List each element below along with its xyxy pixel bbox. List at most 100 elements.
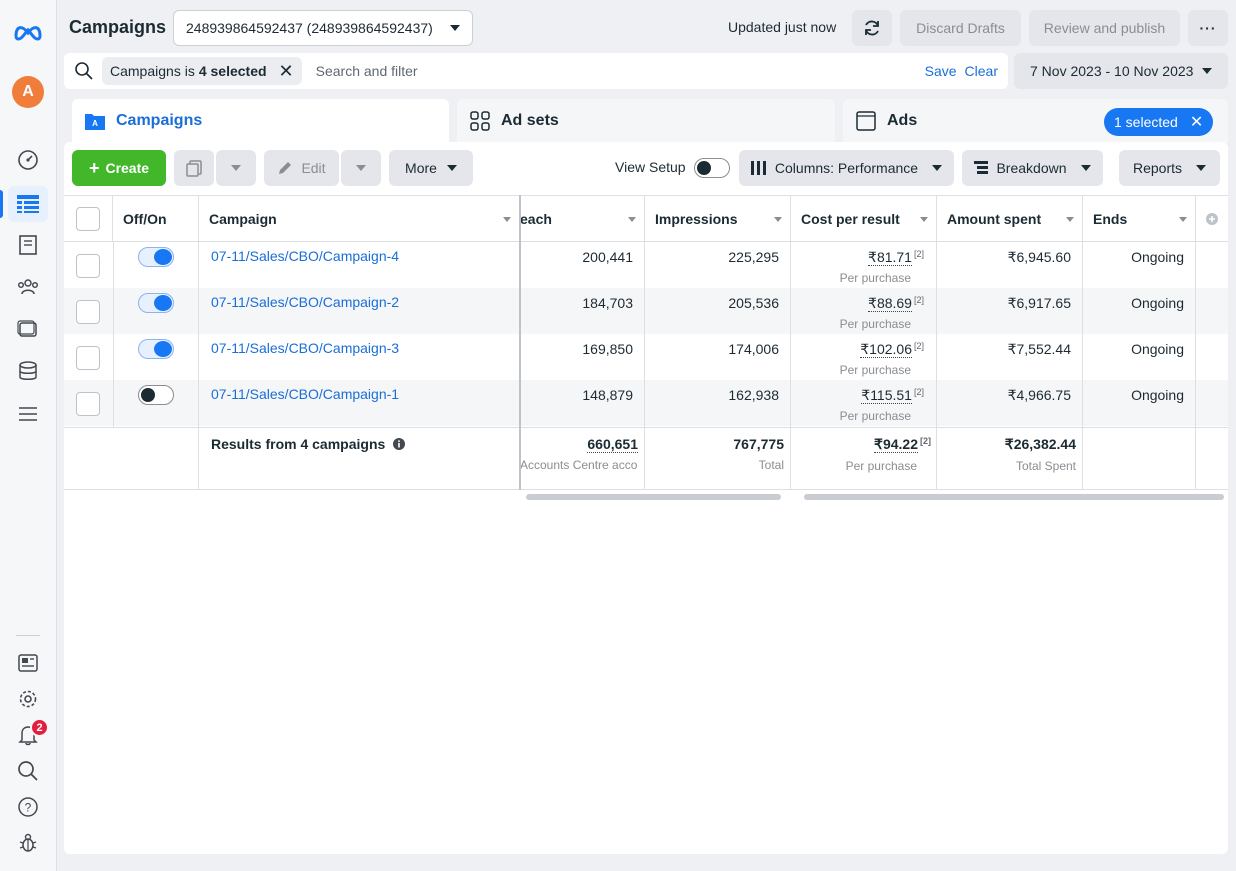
- save-filter-link[interactable]: Save: [925, 63, 957, 79]
- page-title: Campaigns: [69, 17, 167, 37]
- totals-spent-cell: ₹26,382.44 Total Spent: [937, 436, 1083, 482]
- tab-campaigns[interactable]: A Campaigns: [72, 99, 449, 143]
- create-button[interactable]: + Create: [72, 150, 166, 186]
- campaign-toggle[interactable]: [138, 385, 174, 405]
- amount-spent-cell: ₹6,917.65: [1007, 295, 1071, 311]
- table-row[interactable]: 07-11/Sales/CBO/Campaign-3 169,850 174,0…: [64, 334, 1228, 380]
- totals-cpr-sub: Per purchase: [845, 459, 917, 473]
- campaign-name-link[interactable]: 07-11/Sales/CBO/Campaign-1: [211, 386, 399, 402]
- settings-gear-icon[interactable]: [8, 681, 48, 717]
- cost-per-result-value: ₹81.71: [868, 249, 912, 266]
- columns-label: Columns: Performance: [774, 160, 919, 176]
- pages-icon[interactable]: [8, 227, 48, 263]
- column-header-impressions[interactable]: Impressions: [645, 196, 791, 242]
- cost-per-result-sup: [2]: [913, 387, 924, 397]
- close-icon[interactable]: ✕: [279, 62, 294, 80]
- campaign-name-cell: 07-11/Sales/CBO/Campaign-4: [211, 242, 399, 288]
- chevron-down-icon: [231, 165, 241, 171]
- campaigns-table-icon[interactable]: [0, 186, 48, 222]
- duplicate-dropdown[interactable]: [216, 150, 256, 186]
- add-column-button[interactable]: [1196, 196, 1228, 242]
- impressions-cell: 174,006: [728, 341, 779, 357]
- menu-icon[interactable]: [8, 396, 48, 432]
- duplicate-icon: [186, 160, 202, 177]
- column-header-cpr-label: Cost per result: [801, 211, 900, 227]
- column-header-ends[interactable]: Ends: [1083, 196, 1196, 242]
- reach-cell: 200,441: [582, 249, 633, 265]
- help-icon[interactable]: ?: [8, 789, 48, 825]
- audiences-icon[interactable]: [8, 269, 48, 305]
- column-header-cost-per-result[interactable]: Cost per result: [791, 196, 937, 242]
- campaign-toggle[interactable]: [138, 339, 174, 359]
- billing-stack-icon[interactable]: [8, 353, 48, 389]
- more-options-button[interactable]: ···: [1188, 10, 1228, 46]
- campaign-name-link[interactable]: 07-11/Sales/CBO/Campaign-3: [211, 340, 399, 356]
- row-checkbox[interactable]: [76, 300, 100, 324]
- reach-cell: 184,703: [582, 295, 633, 311]
- column-header-reach[interactable]: each: [520, 196, 645, 242]
- filter-chip[interactable]: Campaigns is 4 selected ✕: [102, 57, 302, 85]
- sort-caret-icon: [920, 217, 928, 222]
- row-checkbox[interactable]: [76, 392, 100, 416]
- account-selector-value: 248939864592437 (248939864592437): [186, 20, 433, 36]
- chevron-down-icon: [450, 25, 460, 31]
- more-button[interactable]: More: [389, 150, 473, 186]
- meta-logo-icon[interactable]: [8, 14, 48, 50]
- sort-caret-icon: [1066, 217, 1074, 222]
- news-icon[interactable]: [8, 645, 48, 681]
- reach-cell: 148,879: [582, 387, 633, 403]
- columns-button[interactable]: Columns: Performance: [739, 150, 954, 186]
- table-row[interactable]: 07-11/Sales/CBO/Campaign-4 200,441 225,2…: [64, 242, 1228, 288]
- date-range-picker[interactable]: 7 Nov 2023 - 10 Nov 2023: [1014, 53, 1228, 89]
- close-icon[interactable]: ✕: [1190, 112, 1203, 132]
- report-bug-icon[interactable]: [8, 825, 48, 861]
- ads-library-icon[interactable]: [8, 311, 48, 347]
- date-range-value: 7 Nov 2023 - 10 Nov 2023: [1030, 63, 1194, 79]
- column-header-ends-label: Ends: [1093, 211, 1128, 227]
- sort-caret-icon: [503, 217, 511, 222]
- dashboard-gauge-icon[interactable]: [8, 142, 48, 178]
- row-checkbox[interactable]: [76, 346, 100, 370]
- table-row[interactable]: 07-11/Sales/CBO/Campaign-1 148,879 162,9…: [64, 380, 1228, 426]
- account-selector[interactable]: 248939864592437 (248939864592437): [173, 10, 473, 46]
- avatar[interactable]: A: [12, 76, 44, 108]
- campaign-name-link[interactable]: 07-11/Sales/CBO/Campaign-4: [211, 248, 399, 264]
- horizontal-scrollbar-left[interactable]: [526, 494, 781, 500]
- edit-button[interactable]: Edit: [264, 150, 339, 186]
- column-header-campaign[interactable]: Campaign: [199, 196, 520, 242]
- tab-adsets[interactable]: Ad sets: [457, 99, 835, 143]
- table-row[interactable]: 07-11/Sales/CBO/Campaign-2 184,703 205,5…: [64, 288, 1228, 334]
- col-divider: [198, 242, 199, 490]
- totals-impressions: 767,775: [733, 436, 784, 452]
- discard-drafts-button[interactable]: Discard Drafts: [900, 10, 1021, 46]
- table-header: Off/On Campaign each Impressions Cost pe…: [64, 195, 1228, 242]
- totals-reach: 660,651: [587, 436, 638, 453]
- campaign-name-link[interactable]: 07-11/Sales/CBO/Campaign-2: [211, 294, 399, 310]
- refresh-button[interactable]: [852, 10, 892, 46]
- view-setup-toggle[interactable]: [694, 158, 730, 178]
- edit-dropdown[interactable]: [341, 150, 381, 186]
- reports-button[interactable]: Reports: [1119, 150, 1220, 186]
- clear-filter-link[interactable]: Clear: [965, 63, 998, 79]
- breakdown-label: Breakdown: [996, 160, 1067, 176]
- totals-row: Results from 4 campaigns 660,651 Account…: [64, 427, 1228, 490]
- column-header-offon[interactable]: Off/On: [113, 196, 199, 242]
- horizontal-scrollbar-right[interactable]: [804, 494, 1224, 500]
- column-header-amount-spent[interactable]: Amount spent: [937, 196, 1083, 242]
- selected-pill[interactable]: 1 selected ✕: [1104, 108, 1214, 136]
- search-input[interactable]: Search and filter: [316, 63, 917, 79]
- cost-per-result-sub: Per purchase: [839, 271, 911, 285]
- search-icon[interactable]: [8, 753, 48, 789]
- breakdown-button[interactable]: Breakdown: [962, 150, 1103, 186]
- ends-cell: Ongoing: [1131, 387, 1184, 403]
- campaign-toggle[interactable]: [138, 293, 174, 313]
- select-all-checkbox[interactable]: [76, 207, 100, 231]
- column-header-reach-label: each: [520, 211, 552, 227]
- review-publish-button[interactable]: Review and publish: [1029, 10, 1180, 46]
- info-icon[interactable]: [393, 438, 406, 450]
- duplicate-button[interactable]: [174, 150, 214, 186]
- filter-chip-prefix: Campaigns is: [110, 63, 195, 79]
- ads-frame-icon: [856, 111, 876, 131]
- row-checkbox[interactable]: [76, 254, 100, 278]
- campaign-toggle[interactable]: [138, 247, 174, 267]
